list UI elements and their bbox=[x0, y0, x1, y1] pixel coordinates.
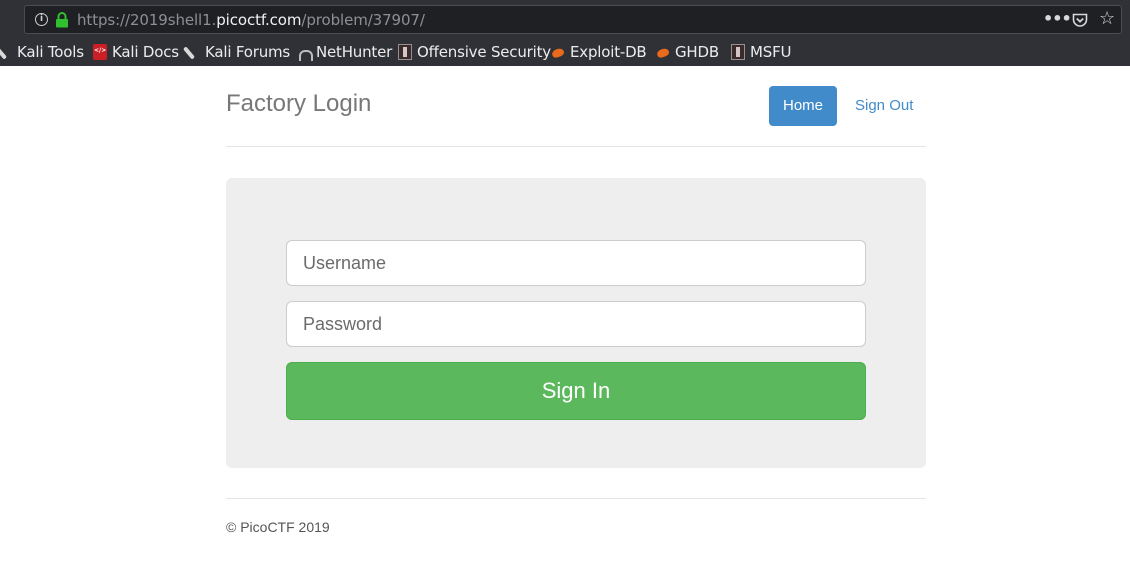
kali-knife-icon bbox=[0, 44, 12, 60]
home-button[interactable]: Home bbox=[769, 86, 837, 126]
offsec-icon bbox=[398, 44, 412, 60]
bookmark-kali-docs[interactable]: Kali Docs bbox=[93, 42, 179, 62]
bookmark-offensive-security[interactable]: Offensive Security bbox=[398, 42, 551, 62]
bookmark-msfu[interactable]: MSFU bbox=[731, 42, 791, 62]
bookmark-label: GHDB bbox=[675, 43, 719, 61]
bookmark-label: Kali Docs bbox=[112, 43, 179, 61]
url-text[interactable]: https://2019shell1.picoctf.com/problem/3… bbox=[77, 12, 425, 29]
bookmark-label: Kali Tools bbox=[17, 43, 84, 61]
bookmark-label: Exploit-DB bbox=[570, 43, 647, 61]
sign-out-link[interactable]: Sign Out bbox=[855, 97, 913, 115]
footer-copyright: © PicoCTF 2019 bbox=[226, 519, 330, 535]
exploitdb-icon bbox=[551, 44, 565, 60]
header-divider bbox=[226, 146, 926, 147]
bookmark-kali-tools[interactable]: Kali Tools bbox=[0, 42, 84, 62]
address-bar[interactable]: i https://2019shell1.picoctf.com/problem… bbox=[24, 5, 1122, 34]
page-title: Factory Login bbox=[226, 90, 372, 117]
page-actions-menu-icon[interactable]: ••• bbox=[1043, 9, 1072, 29]
password-input[interactable] bbox=[286, 301, 866, 347]
url-domain: picoctf.com bbox=[216, 11, 302, 29]
url-suffix: /problem/37907/ bbox=[301, 11, 425, 29]
bookmark-nethunter[interactable]: NetHunter bbox=[297, 42, 392, 62]
lock-icon bbox=[56, 12, 68, 28]
bookmark-exploit-db[interactable]: Exploit-DB bbox=[551, 42, 647, 62]
exploitdb-icon bbox=[656, 44, 670, 60]
bookmark-label: Kali Forums bbox=[205, 43, 291, 61]
url-prefix: https://2019shell1. bbox=[77, 11, 217, 29]
sign-in-button[interactable]: Sign In bbox=[286, 362, 866, 420]
kali-docs-icon bbox=[93, 44, 107, 60]
info-icon[interactable]: i bbox=[35, 13, 48, 26]
bookmark-star-icon[interactable]: ☆ bbox=[1099, 9, 1115, 29]
bookmark-label: MSFU bbox=[750, 43, 792, 61]
username-input[interactable] bbox=[286, 240, 866, 286]
bookmark-label: Offensive Security bbox=[417, 43, 551, 61]
footer-divider bbox=[226, 498, 926, 499]
bookmark-label: NetHunter bbox=[316, 43, 393, 61]
offsec-icon bbox=[731, 44, 745, 60]
bookmark-kali-forums[interactable]: Kali Forums bbox=[186, 42, 290, 62]
browser-chrome: i https://2019shell1.picoctf.com/problem… bbox=[0, 0, 1130, 66]
pocket-icon[interactable] bbox=[1072, 13, 1088, 28]
nethunter-icon bbox=[297, 44, 313, 61]
bookmark-ghdb[interactable]: GHDB bbox=[656, 42, 719, 62]
kali-knife-icon bbox=[186, 44, 200, 60]
bookmarks-toolbar: Kali Tools Kali Docs Kali Forums NetHunt… bbox=[0, 40, 1130, 64]
